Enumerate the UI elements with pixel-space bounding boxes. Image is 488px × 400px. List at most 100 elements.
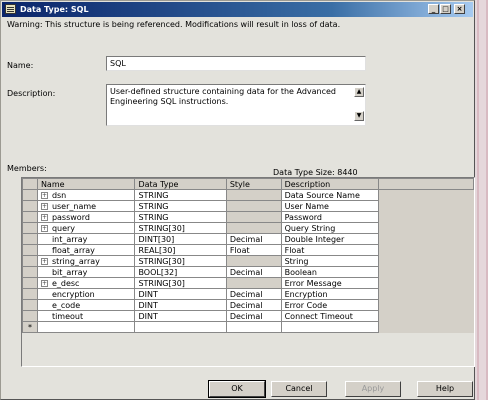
member-data-type-cell[interactable]: STRING bbox=[134, 189, 227, 201]
member-data-type-cell[interactable]: DINT bbox=[134, 288, 227, 300]
member-style-cell[interactable] bbox=[225, 200, 282, 212]
table-row[interactable]: float_array REAL[30] Float Float bbox=[22, 244, 474, 256]
member-name-cell[interactable]: + e_desc bbox=[36, 277, 136, 289]
member-data-type-cell[interactable]: DINT[30] bbox=[134, 233, 227, 245]
member-description-cell[interactable]: User Name bbox=[280, 200, 380, 212]
member-data-type-cell[interactable]: DINT bbox=[134, 310, 227, 322]
new-row-cell[interactable] bbox=[280, 321, 380, 333]
close-button[interactable]: × bbox=[454, 4, 465, 14]
member-style-cell[interactable]: Float bbox=[225, 244, 282, 256]
row-selector[interactable] bbox=[22, 277, 38, 289]
expand-icon[interactable]: + bbox=[40, 213, 48, 221]
row-selector[interactable] bbox=[22, 255, 38, 267]
member-description-cell[interactable]: Connect Timeout bbox=[280, 310, 380, 322]
table-row[interactable]: int_array DINT[30] Decimal Double Integer bbox=[22, 233, 474, 245]
maximize-button[interactable]: □ bbox=[440, 4, 451, 14]
row-selector[interactable] bbox=[22, 200, 38, 212]
member-style-cell[interactable] bbox=[225, 211, 282, 223]
row-selector[interactable] bbox=[22, 233, 38, 245]
row-selector[interactable] bbox=[22, 288, 38, 300]
minimize-button[interactable]: _ bbox=[428, 4, 439, 14]
new-row-cell[interactable] bbox=[36, 321, 136, 333]
member-style-cell[interactable] bbox=[225, 277, 282, 289]
table-row[interactable]: + string_array STRING[30] String bbox=[22, 255, 474, 267]
expand-icon[interactable]: + bbox=[40, 191, 48, 199]
member-data-type-cell[interactable]: STRING[30] bbox=[134, 277, 227, 289]
help-button[interactable]: Help bbox=[417, 381, 473, 397]
member-name-cell[interactable]: + dsn bbox=[36, 189, 136, 201]
table-row[interactable]: + e_desc STRING[30] Error Message bbox=[22, 277, 474, 289]
row-selector[interactable] bbox=[22, 189, 38, 201]
member-name-cell[interactable]: encryption bbox=[36, 288, 136, 300]
member-data-type-cell[interactable]: STRING bbox=[134, 211, 227, 223]
member-style-cell[interactable] bbox=[225, 222, 282, 234]
scroll-down-icon[interactable]: ▼ bbox=[354, 111, 364, 121]
member-style-cell[interactable]: Decimal bbox=[225, 299, 282, 311]
member-description-cell[interactable]: Data Source Name bbox=[280, 189, 380, 201]
member-description-cell[interactable]: Double Integer bbox=[280, 233, 380, 245]
member-data-type-cell[interactable]: STRING[30] bbox=[134, 255, 227, 267]
row-selector[interactable] bbox=[22, 222, 38, 234]
member-name-cell[interactable]: + password bbox=[36, 211, 136, 223]
member-description-cell[interactable]: Error Code bbox=[280, 299, 380, 311]
table-row[interactable]: e_code DINT Decimal Error Code bbox=[22, 299, 474, 311]
member-style-cell[interactable]: Decimal bbox=[225, 233, 282, 245]
member-description-cell[interactable]: Encryption bbox=[280, 288, 380, 300]
member-data-type-cell[interactable]: DINT bbox=[134, 299, 227, 311]
member-name-cell[interactable]: + string_array bbox=[36, 255, 136, 267]
member-data-type-cell[interactable]: REAL[30] bbox=[134, 244, 227, 256]
member-style-cell[interactable]: Decimal bbox=[225, 310, 282, 322]
member-name-cell[interactable]: + query bbox=[36, 222, 136, 234]
member-data-type-cell[interactable]: STRING bbox=[134, 200, 227, 212]
new-row-cell[interactable] bbox=[134, 321, 227, 333]
member-style-cell[interactable] bbox=[225, 255, 282, 267]
member-style-cell[interactable]: Decimal bbox=[225, 288, 282, 300]
expand-icon[interactable]: + bbox=[40, 202, 48, 210]
member-description-cell[interactable]: Password bbox=[280, 211, 380, 223]
member-description-cell[interactable]: Boolean bbox=[280, 266, 380, 278]
row-selector[interactable] bbox=[22, 310, 38, 322]
title-bar[interactable]: Data Type: SQL _ □ × bbox=[2, 2, 473, 17]
row-selector[interactable] bbox=[22, 244, 38, 256]
member-data-type-cell[interactable]: BOOL[32] bbox=[134, 266, 227, 278]
member-description-cell[interactable]: Error Message bbox=[280, 277, 380, 289]
column-header-style[interactable]: Style bbox=[225, 178, 282, 190]
column-header-description[interactable]: Description bbox=[280, 178, 380, 190]
new-row-marker-icon[interactable]: * bbox=[22, 321, 38, 333]
table-row[interactable]: bit_array BOOL[32] Decimal Boolean bbox=[22, 266, 474, 278]
description-field[interactable]: User-defined structure containing data f… bbox=[106, 84, 366, 126]
member-style-cell[interactable]: Decimal bbox=[225, 266, 282, 278]
table-row[interactable]: + user_name STRING User Name bbox=[22, 200, 474, 212]
expand-icon[interactable]: + bbox=[40, 279, 48, 287]
table-row[interactable]: + dsn STRING Data Source Name bbox=[22, 189, 474, 201]
member-name-cell[interactable]: timeout bbox=[36, 310, 136, 322]
column-header-name[interactable]: Name bbox=[36, 178, 136, 190]
apply-button[interactable]: Apply bbox=[345, 381, 401, 397]
member-name-cell[interactable]: + user_name bbox=[36, 200, 136, 212]
member-name-cell[interactable]: float_array bbox=[36, 244, 136, 256]
table-row[interactable]: + password STRING Password bbox=[22, 211, 474, 223]
member-description-cell[interactable]: String bbox=[280, 255, 380, 267]
table-row[interactable]: timeout DINT Decimal Connect Timeout bbox=[22, 310, 474, 322]
member-style-cell[interactable] bbox=[225, 189, 282, 201]
new-row-cell[interactable] bbox=[225, 321, 282, 333]
member-name-cell[interactable]: bit_array bbox=[36, 266, 136, 278]
expand-icon[interactable]: + bbox=[40, 224, 48, 232]
column-header-data-type[interactable]: Data Type bbox=[134, 178, 227, 190]
scroll-up-icon[interactable]: ▲ bbox=[354, 87, 364, 97]
new-row[interactable]: * bbox=[22, 321, 474, 333]
row-selector[interactable] bbox=[22, 299, 38, 311]
table-row[interactable]: encryption DINT Decimal Encryption bbox=[22, 288, 474, 300]
row-selector[interactable] bbox=[22, 211, 38, 223]
cancel-button[interactable]: Cancel bbox=[271, 381, 327, 397]
name-field[interactable]: SQL bbox=[106, 56, 366, 71]
member-description-cell[interactable]: Float bbox=[280, 244, 380, 256]
member-name-cell[interactable]: e_code bbox=[36, 299, 136, 311]
expand-icon[interactable]: + bbox=[40, 257, 48, 265]
member-name-cell[interactable]: int_array bbox=[36, 233, 136, 245]
member-data-type-cell[interactable]: STRING[30] bbox=[134, 222, 227, 234]
table-row[interactable]: + query STRING[30] Query String bbox=[22, 222, 474, 234]
ok-button[interactable]: OK bbox=[208, 380, 266, 398]
member-description-cell[interactable]: Query String bbox=[280, 222, 380, 234]
row-selector[interactable] bbox=[22, 266, 38, 278]
